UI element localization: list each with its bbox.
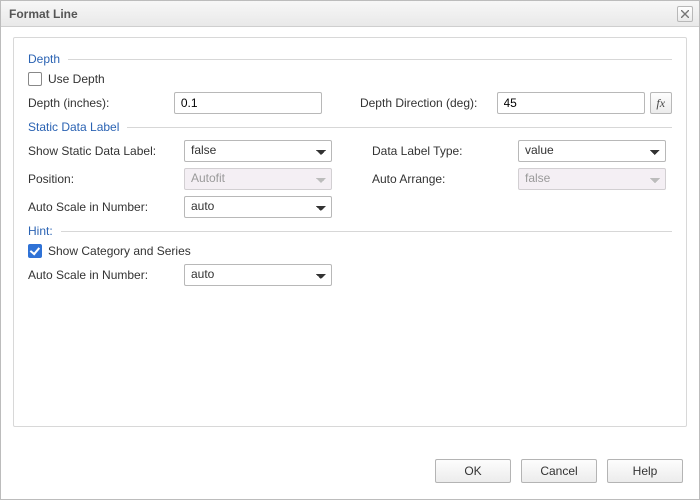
- dialog-footer: OK Cancel Help: [1, 453, 699, 499]
- position-select: Autofit: [184, 168, 332, 190]
- depth-dir-label: Depth Direction (deg):: [360, 96, 491, 110]
- format-line-dialog: Format Line Depth Use Depth Depth (inche…: [0, 0, 700, 500]
- hint-auto-scale-row: Auto Scale in Number: auto: [28, 264, 672, 286]
- hint-auto-scale-select[interactable]: auto: [184, 264, 332, 286]
- use-depth-label: Use Depth: [48, 72, 105, 86]
- ok-button[interactable]: OK: [435, 459, 511, 483]
- section-static-data-label: Static Data Label: [28, 120, 672, 134]
- depth-label: Depth (inches):: [28, 96, 168, 110]
- show-static-select[interactable]: false: [184, 140, 332, 162]
- cancel-button[interactable]: Cancel: [521, 459, 597, 483]
- section-depth: Depth: [28, 52, 672, 66]
- data-label-type-label: Data Label Type:: [372, 144, 512, 158]
- position-label: Position:: [28, 172, 178, 186]
- section-depth-title: Depth: [28, 52, 60, 66]
- position-row: Position: Autofit Auto Arrange: false: [28, 168, 672, 190]
- auto-scale-label: Auto Scale in Number:: [28, 200, 178, 214]
- depth-input[interactable]: [174, 92, 322, 114]
- auto-arrange-select: false: [518, 168, 666, 190]
- titlebar: Format Line: [1, 1, 699, 27]
- auto-scale-select[interactable]: auto: [184, 196, 332, 218]
- dialog-title: Format Line: [9, 7, 78, 21]
- auto-scale-row: Auto Scale in Number: auto: [28, 196, 672, 218]
- help-button[interactable]: Help: [607, 459, 683, 483]
- show-static-label: Show Static Data Label:: [28, 144, 178, 158]
- depth-row: Depth (inches): Depth Direction (deg): f…: [28, 92, 672, 114]
- divider: [61, 231, 672, 232]
- use-depth-row: Use Depth: [28, 72, 672, 86]
- use-depth-checkbox[interactable]: [28, 72, 42, 86]
- divider: [68, 59, 672, 60]
- show-category-row: Show Category and Series: [28, 244, 672, 258]
- section-hint-title: Hint:: [28, 224, 53, 238]
- depth-dir-input[interactable]: [497, 92, 645, 114]
- hint-auto-scale-label: Auto Scale in Number:: [28, 268, 178, 282]
- data-label-type-select[interactable]: value: [518, 140, 666, 162]
- dialog-body: Depth Use Depth Depth (inches): Depth Di…: [1, 27, 699, 453]
- auto-arrange-label: Auto Arrange:: [372, 172, 512, 186]
- show-static-row: Show Static Data Label: false Data Label…: [28, 140, 672, 162]
- divider: [127, 127, 672, 128]
- fx-button[interactable]: fx: [650, 92, 673, 114]
- close-button[interactable]: [677, 6, 693, 22]
- close-icon: [681, 10, 689, 18]
- content-panel: Depth Use Depth Depth (inches): Depth Di…: [13, 37, 687, 427]
- show-category-checkbox[interactable]: [28, 244, 42, 258]
- show-category-label: Show Category and Series: [48, 244, 191, 258]
- section-static-title: Static Data Label: [28, 120, 119, 134]
- section-hint: Hint:: [28, 224, 672, 238]
